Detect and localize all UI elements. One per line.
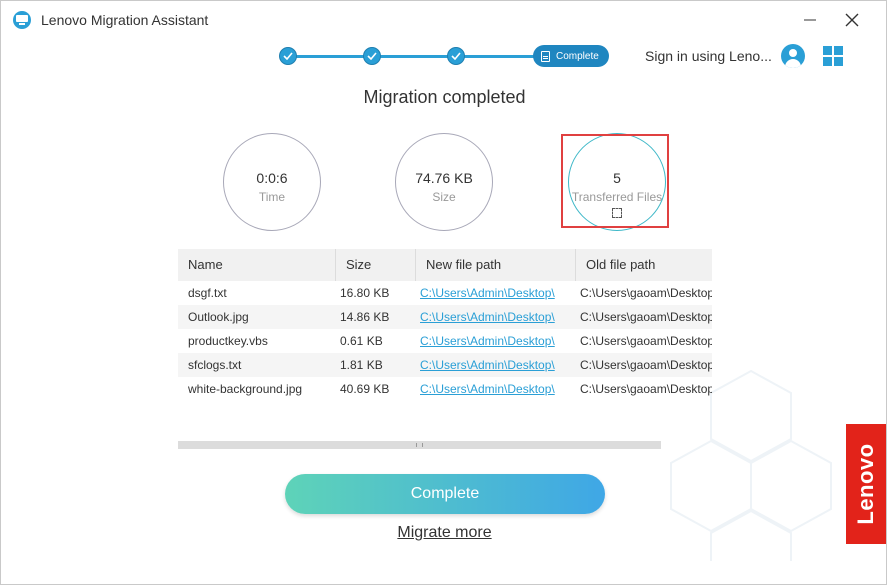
cell-size: 1.81 KB [340,358,383,372]
table-row[interactable]: dsgf.txt 16.80 KB C:\Users\Admin\Desktop… [178,281,712,305]
page-title: Migration completed [363,87,526,107]
migrate-more-link[interactable]: Migrate more [397,524,491,541]
step-complete-label: Complete [556,50,599,62]
column-header-name[interactable]: Name [178,249,336,281]
cell-new-path-link[interactable]: C:\Users\Admin\Desktop\ [410,305,570,329]
step-3-done-icon [447,47,465,65]
cell-new-path-link[interactable]: C:\Users\Admin\Desktop\ [410,353,570,377]
stepper-line [287,55,557,58]
cell-new-path-link[interactable]: C:\Users\Admin\Desktop\ [410,377,570,401]
lenovo-brand-logo: Lenovo [846,424,886,544]
cell-new-path-link[interactable]: C:\Users\Admin\Desktop\ [410,281,570,305]
table-row[interactable]: white-background.jpg 40.69 KB C:\Users\A… [178,377,712,401]
step-complete-pill: Complete [533,45,609,67]
window-title: Lenovo Migration Assistant [41,12,209,28]
step-1-done-icon [279,47,297,65]
column-header-size[interactable]: Size [336,249,416,281]
document-icon [541,50,550,62]
signin-link[interactable]: Sign in using Leno... [645,48,772,64]
table-row[interactable]: productkey.vbs 0.61 KB C:\Users\Admin\De… [178,329,712,353]
cell-old-path: C:\Users\gaoam\Desktop [580,358,712,372]
progress-stepper: Complete [277,45,611,69]
cell-old-path: C:\Users\gaoam\Desktop [580,286,712,300]
title-bar: Lenovo Migration Assistant [1,1,886,39]
stat-size-circle: 74.76 KB Size [395,133,493,231]
stat-time-circle: 0:0:6 Time [223,133,321,231]
close-button[interactable] [839,7,865,33]
column-header-old-path[interactable]: Old file path [576,249,712,281]
table-row[interactable]: Outlook.jpg 14.86 KB C:\Users\Admin\Desk… [178,305,712,329]
cell-name: dsgf.txt [188,286,227,300]
table-row[interactable]: sfclogs.txt 1.81 KB C:\Users\Admin\Deskt… [178,353,712,377]
user-account-icon[interactable] [781,44,805,68]
stat-size-value: 74.76 KB [415,170,473,186]
cell-name: white-background.jpg [188,382,303,396]
cell-old-path: C:\Users\gaoam\Desktop [580,382,712,396]
cell-name: productkey.vbs [188,334,268,348]
step-2-done-icon [363,47,381,65]
cell-size: 16.80 KB [340,286,390,300]
cell-size: 14.86 KB [340,310,390,324]
cell-name: Outlook.jpg [188,310,249,324]
table-header: Name Size New file path Old file path [178,249,712,281]
minimize-button[interactable] [797,7,823,33]
cell-size: 40.69 KB [340,382,390,396]
app-logo-icon [13,11,31,29]
app-grid-icon[interactable] [823,46,843,66]
minimize-icon [804,19,816,21]
scrollbar-grip-icon [416,443,423,447]
cell-old-path: C:\Users\gaoam\Desktop [580,310,712,324]
stat-time-label: Time [258,190,286,204]
complete-button[interactable]: Complete [285,474,605,514]
highlight-box [561,134,669,228]
column-header-new-path[interactable]: New file path [416,249,576,281]
stat-time-value: 0:0:6 [256,170,288,186]
migrate-more-container: Migrate more [1,524,886,542]
cell-size: 0.61 KB [340,334,383,348]
stat-size-label: Size [432,190,456,204]
app-window: Lenovo Migration Assistant Complete Sign… [0,0,887,585]
transferred-files-table: Name Size New file path Old file path ds… [178,249,712,449]
cell-new-path-link[interactable]: C:\Users\Admin\Desktop\ [410,329,570,353]
close-icon [845,13,859,27]
cell-old-path: C:\Users\gaoam\Desktop [580,334,712,348]
cell-name: sfclogs.txt [188,358,242,372]
horizontal-scrollbar[interactable] [178,441,661,449]
